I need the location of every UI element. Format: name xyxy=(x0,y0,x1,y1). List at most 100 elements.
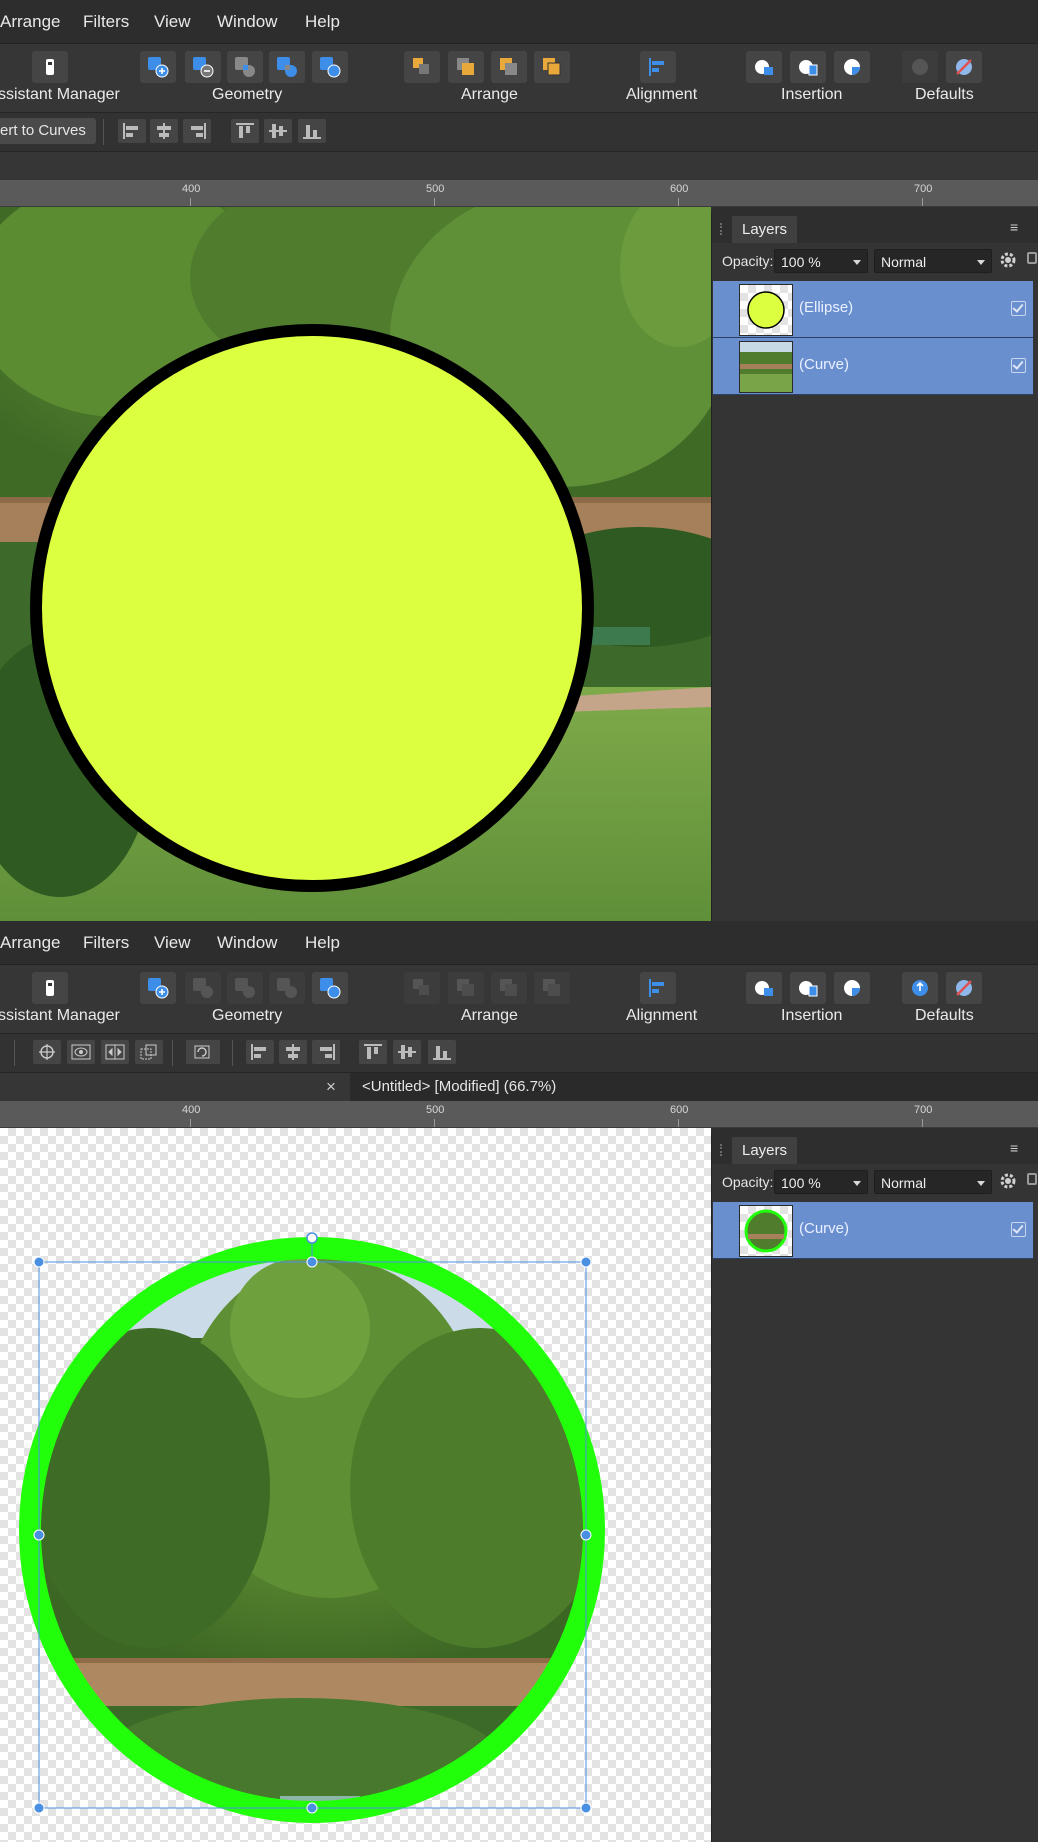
revert-defaults-button[interactable] xyxy=(946,51,982,83)
align-center-button[interactable] xyxy=(150,119,178,143)
insert-top-button[interactable] xyxy=(790,972,826,1004)
assistant-manager-icon xyxy=(46,59,54,75)
layer-row[interactable]: (Ellipse) xyxy=(713,281,1033,338)
resize-handle[interactable] xyxy=(580,1529,592,1541)
align-middle-button[interactable] xyxy=(264,119,292,143)
align-bottom-icon xyxy=(433,1046,451,1060)
visibility-checkbox[interactable] xyxy=(1011,1222,1026,1237)
align-left-edge-button[interactable] xyxy=(118,119,146,143)
menu-window[interactable]: Window xyxy=(217,12,277,32)
align-bottom-button[interactable] xyxy=(298,119,326,143)
layers-tab[interactable]: Layers xyxy=(732,216,798,243)
assistant-manager-button[interactable] xyxy=(32,972,68,1004)
gear-icon[interactable] xyxy=(999,1172,1017,1190)
flip-horizontal-button[interactable] xyxy=(101,1040,129,1064)
menu-help[interactable]: Help xyxy=(305,12,340,32)
align-top-button[interactable] xyxy=(231,119,259,143)
document-tab[interactable]: <Untitled> [Modified] (66.7%) xyxy=(350,1073,1038,1101)
revert-defaults-button[interactable] xyxy=(946,972,982,1004)
rotate-icon xyxy=(194,1045,210,1059)
layer-row[interactable]: (Curve) xyxy=(713,338,1033,395)
align-bottom-button[interactable] xyxy=(428,1040,456,1064)
ellipse-shape[interactable] xyxy=(0,207,711,921)
transform-objects-button[interactable] xyxy=(135,1040,163,1064)
convert-to-curves-button[interactable]: ert to Curves xyxy=(0,118,96,144)
sync-defaults-button[interactable] xyxy=(902,972,938,1004)
gear-icon[interactable] xyxy=(999,251,1017,269)
document-canvas[interactable] xyxy=(0,207,711,921)
resize-handle[interactable] xyxy=(580,1256,592,1268)
resize-handle[interactable] xyxy=(580,1802,592,1814)
opacity-dropdown[interactable]: 100 % xyxy=(774,1170,868,1194)
move-back-button[interactable] xyxy=(404,51,440,83)
document-canvas[interactable] xyxy=(0,1128,711,1842)
panel-grip-handle[interactable] xyxy=(720,1144,724,1156)
to-back-button[interactable] xyxy=(491,51,527,83)
panel-menu-icon[interactable]: ≡ xyxy=(1010,219,1018,235)
align-center-button[interactable] xyxy=(279,1040,307,1064)
to-front-button[interactable] xyxy=(534,972,570,1004)
divide-button[interactable] xyxy=(312,972,348,1004)
add-button[interactable] xyxy=(140,972,176,1004)
visibility-checkbox[interactable] xyxy=(1011,301,1026,316)
move-forward-button[interactable] xyxy=(448,51,484,83)
blend-mode-dropdown[interactable]: Normal xyxy=(874,249,992,273)
panel-menu-icon[interactable]: ≡ xyxy=(1010,1140,1018,1156)
intersect-button[interactable] xyxy=(227,51,263,83)
lock-icon[interactable] xyxy=(1027,252,1037,264)
lock-icon[interactable] xyxy=(1027,1173,1037,1185)
add-button[interactable] xyxy=(140,51,176,83)
close-icon[interactable]: × xyxy=(326,1077,336,1097)
sync-defaults-button[interactable] xyxy=(902,51,938,83)
assistant-manager-button[interactable] xyxy=(32,51,68,83)
align-middle-button[interactable] xyxy=(393,1040,421,1064)
resize-handle[interactable] xyxy=(33,1802,45,1814)
menu-view[interactable]: View xyxy=(154,933,191,953)
menu-arrange[interactable]: Arrange xyxy=(0,12,60,32)
menu-window[interactable]: Window xyxy=(217,933,277,953)
rotate-button[interactable] xyxy=(186,1040,220,1064)
insert-inside-button[interactable] xyxy=(834,972,870,1004)
visibility-checkbox[interactable] xyxy=(1011,358,1026,373)
divide-button[interactable] xyxy=(312,51,348,83)
insert-inside-button[interactable] xyxy=(834,51,870,83)
align-right-edge-button[interactable] xyxy=(312,1040,340,1064)
transform-origin-button[interactable] xyxy=(33,1040,61,1064)
resize-handle[interactable] xyxy=(306,1256,318,1268)
context-toolbar xyxy=(0,1034,1038,1073)
opacity-dropdown[interactable]: 100 % xyxy=(774,249,868,273)
align-left-edge-button[interactable] xyxy=(246,1040,274,1064)
insert-behind-button[interactable] xyxy=(746,972,782,1004)
rotation-handle[interactable] xyxy=(306,1232,318,1244)
subtract-button[interactable] xyxy=(185,51,221,83)
alignment-group-label: Alignment xyxy=(626,1007,698,1024)
show-selection-button[interactable] xyxy=(67,1040,95,1064)
move-back-button[interactable] xyxy=(404,972,440,1004)
selection-handles[interactable] xyxy=(0,1128,711,1842)
menu-filters[interactable]: Filters xyxy=(83,12,129,32)
to-back-button[interactable] xyxy=(491,972,527,1004)
align-top-button[interactable] xyxy=(359,1040,387,1064)
menu-view[interactable]: View xyxy=(154,12,191,32)
resize-handle[interactable] xyxy=(33,1256,45,1268)
layers-tab[interactable]: Layers xyxy=(732,1137,798,1164)
intersect-button[interactable] xyxy=(227,972,263,1004)
resize-handle[interactable] xyxy=(306,1802,318,1814)
insert-behind-button[interactable] xyxy=(746,51,782,83)
menu-filters[interactable]: Filters xyxy=(83,933,129,953)
align-left-button[interactable] xyxy=(640,972,676,1004)
blend-mode-dropdown[interactable]: Normal xyxy=(874,1170,992,1194)
align-left-button[interactable] xyxy=(640,51,676,83)
xor-button[interactable] xyxy=(269,972,305,1004)
menu-arrange[interactable]: Arrange xyxy=(0,933,60,953)
subtract-button[interactable] xyxy=(185,972,221,1004)
layer-row[interactable]: (Curve) xyxy=(713,1202,1033,1259)
to-front-button[interactable] xyxy=(534,51,570,83)
panel-grip-handle[interactable] xyxy=(720,223,724,235)
insert-top-button[interactable] xyxy=(790,51,826,83)
move-forward-button[interactable] xyxy=(448,972,484,1004)
resize-handle[interactable] xyxy=(33,1529,45,1541)
align-right-edge-button[interactable] xyxy=(183,119,211,143)
menu-help[interactable]: Help xyxy=(305,933,340,953)
xor-button[interactable] xyxy=(269,51,305,83)
